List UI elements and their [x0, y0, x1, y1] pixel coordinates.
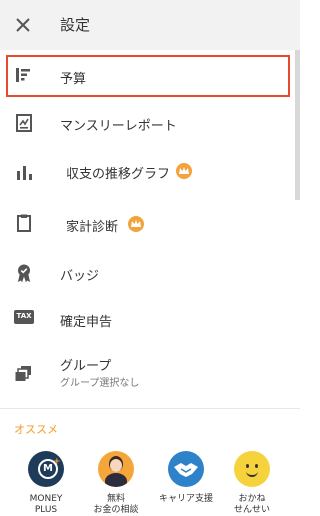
tax-icon-text: TAX	[16, 312, 32, 320]
menu-item-badge[interactable]: バッジ	[0, 255, 296, 295]
menu-item-group[interactable]: グループ グループ選択なし	[0, 350, 296, 396]
page-title: 設定	[60, 16, 91, 34]
premium-crown-icon	[128, 216, 144, 232]
tax-icon: TAX	[14, 310, 34, 324]
bar-chart-icon	[14, 162, 34, 182]
section-divider	[0, 408, 300, 409]
menu-label-diagnosis: 家計診断	[66, 220, 119, 235]
budget-icon	[14, 65, 34, 85]
menu-label-badge: バッジ	[60, 269, 100, 284]
group-icon	[14, 364, 34, 384]
report-icon	[14, 113, 34, 133]
header: 設定	[0, 0, 300, 50]
menu-label-tax-return: 確定申告	[60, 315, 113, 330]
advisor-avatar-icon	[98, 451, 134, 487]
menu-label-budget: 予算	[60, 72, 87, 87]
close-icon[interactable]	[12, 14, 34, 36]
handshake-icon	[168, 451, 204, 487]
recommend-title: オススメ	[14, 423, 58, 436]
menu-sublabel-group: グループ選択なし	[60, 378, 140, 389]
menu-item-trend-graph[interactable]: 収支の推移グラフ	[0, 150, 296, 192]
money-plus-icon: M +	[28, 451, 64, 487]
menu-item-monthly-report[interactable]: マンスリーレポート	[0, 103, 296, 143]
menu-item-diagnosis[interactable]: 家計診断	[0, 203, 296, 245]
clipboard-icon	[14, 213, 34, 233]
app-label-money-plus: MONEY PLUS	[29, 494, 63, 515]
smiley-icon	[234, 451, 270, 487]
menu-label-trend-graph: 収支の推移グラフ	[66, 167, 171, 182]
menu-label-group: グループ	[60, 359, 112, 374]
app-label-free-consultation: 無料 お金の相談	[93, 494, 139, 515]
menu-item-tax-return[interactable]: TAX 確定申告	[0, 300, 296, 340]
badge-icon	[14, 263, 34, 283]
menu-label-monthly-report: マンスリーレポート	[60, 119, 177, 134]
app-label-okane-sensei: おかね せんせい	[233, 494, 270, 515]
menu-item-budget[interactable]: 予算	[0, 55, 296, 97]
app-label-career-support: キャリア支援	[158, 494, 213, 504]
premium-crown-icon	[176, 163, 192, 179]
